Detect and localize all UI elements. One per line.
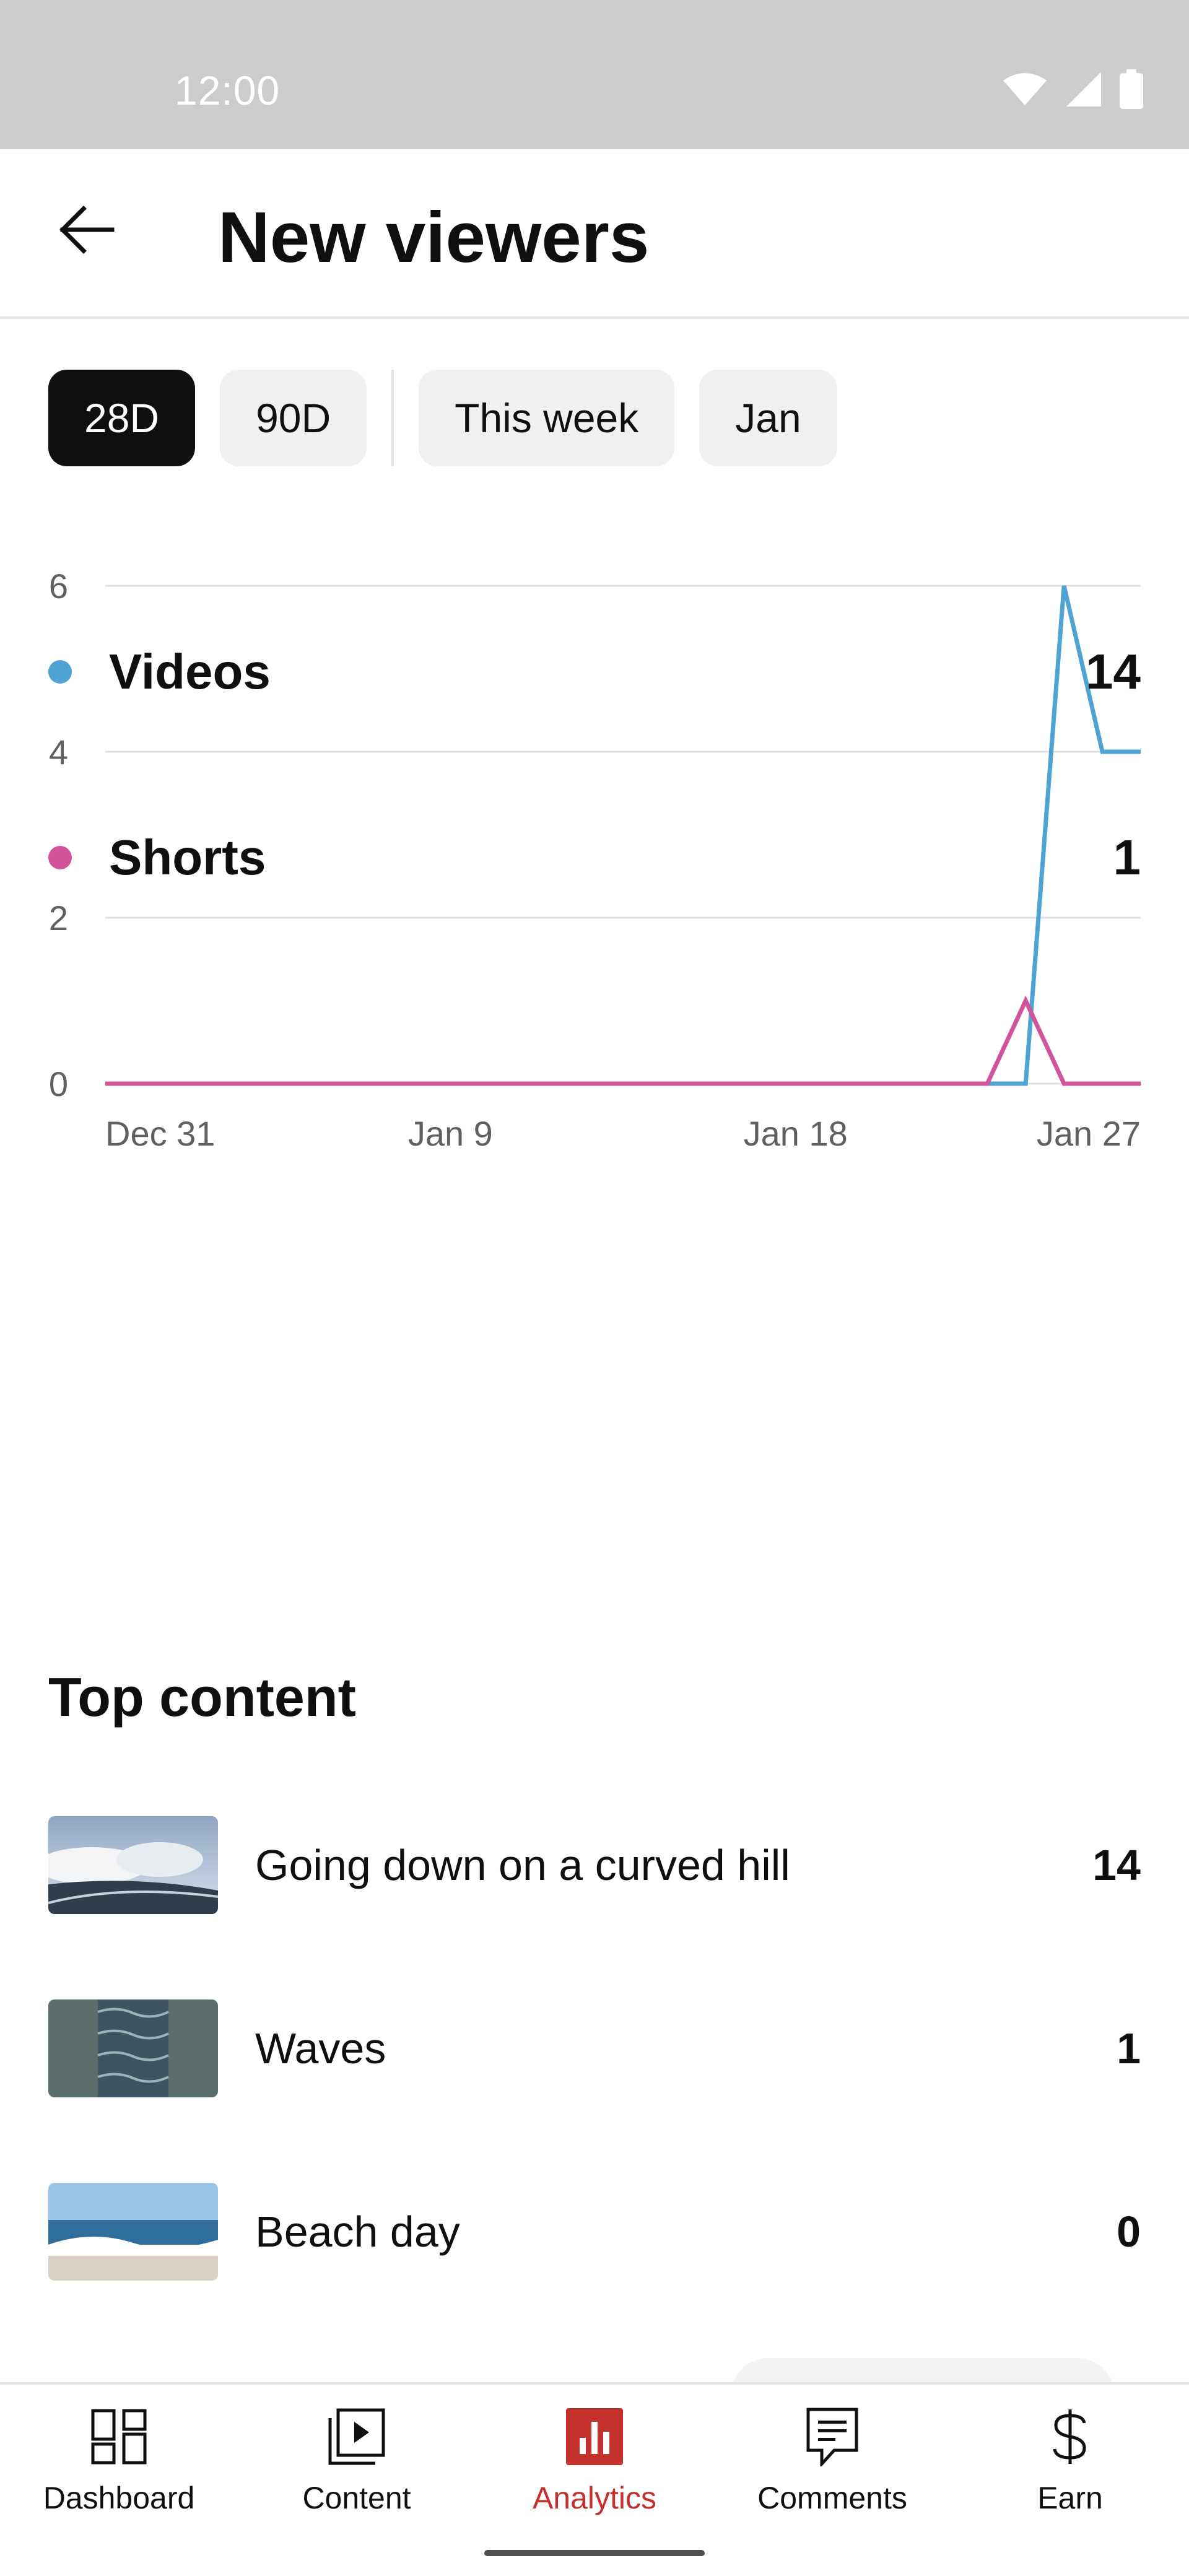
battery-icon	[1120, 69, 1143, 109]
content-value: 1	[1117, 2024, 1141, 2073]
chip-jan[interactable]: Jan	[699, 370, 837, 466]
nav-content[interactable]: Content	[238, 2385, 476, 2528]
x-tick-label: Jan 18	[744, 1114, 848, 1153]
legend-label: Videos	[109, 644, 271, 699]
legend-label: Shorts	[109, 830, 266, 885]
content-title: Waves	[255, 2024, 386, 2073]
gesture-bar[interactable]	[484, 2550, 705, 2556]
content-row[interactable]: Beach day 0	[48, 2182, 1141, 2281]
nav-label: Dashboard	[43, 2481, 195, 2515]
nav-analytics[interactable]: Analytics	[476, 2385, 713, 2528]
video-thumbnail	[48, 1999, 218, 2097]
y-tick-label: 0	[49, 1064, 68, 1103]
y-tick-label: 6	[49, 567, 68, 606]
legend-value: 14	[1086, 644, 1141, 699]
top-content-title: Top content	[48, 1666, 356, 1728]
chip-divider	[391, 370, 394, 466]
y-tick-label: 4	[49, 733, 68, 772]
nav-label: Content	[302, 2481, 411, 2515]
app-bar: New viewers	[0, 149, 1189, 319]
nav-earn[interactable]: Earn	[951, 2385, 1189, 2528]
chip-28d[interactable]: 28D	[48, 370, 196, 466]
legend-row-videos[interactable]: Videos 14	[48, 632, 1141, 712]
chip-this-week[interactable]: This week	[419, 370, 675, 466]
x-tick-label: Jan 9	[408, 1114, 493, 1153]
content-title: Going down on a curved hill	[255, 1841, 790, 1889]
video-thumbnail	[48, 1816, 218, 1914]
wifi-icon	[1003, 73, 1047, 105]
content-icon	[327, 2407, 386, 2466]
earn-icon	[1040, 2407, 1100, 2466]
dashboard-icon	[89, 2407, 149, 2466]
content-value: 0	[1117, 2208, 1141, 2256]
series-line-shorts	[105, 995, 1141, 1086]
content-row[interactable]: Waves 1	[48, 1999, 1141, 2098]
back-button[interactable]	[43, 186, 130, 273]
nav-comments[interactable]: Comments	[713, 2385, 951, 2528]
content-title: Beach day	[255, 2208, 460, 2256]
y-tick-label: 2	[49, 899, 68, 938]
shorts-dot	[48, 846, 72, 869]
bottom-nav: Dashboard Content Analytics Comments Ear…	[0, 2382, 1189, 2528]
arrow-back-icon	[59, 206, 115, 254]
x-tick-label: Dec 31	[105, 1114, 215, 1153]
x-tick-label: Jan 27	[1037, 1114, 1141, 1153]
nav-label: Analytics	[532, 2481, 657, 2515]
date-range-chips: 28D 90D This week Jan	[48, 370, 862, 466]
videos-dot	[48, 660, 72, 684]
status-bar: 12:00	[0, 0, 1189, 149]
signal-icon	[1066, 72, 1101, 107]
content-row[interactable]: Going down on a curved hill 14	[48, 1816, 1141, 1915]
status-icons	[1002, 69, 1143, 109]
nav-label: Earn	[1037, 2481, 1103, 2515]
video-thumbnail	[48, 2183, 218, 2281]
nav-label: Comments	[757, 2481, 907, 2515]
status-time: 12:00	[175, 67, 281, 113]
analytics-icon	[565, 2407, 624, 2466]
content-value: 14	[1092, 1841, 1141, 1889]
page-title: New viewers	[218, 197, 650, 277]
legend-value: 1	[1113, 830, 1141, 885]
comments-icon	[803, 2407, 862, 2466]
legend-row-shorts[interactable]: Shorts 1	[48, 817, 1141, 898]
nav-dashboard[interactable]: Dashboard	[0, 2385, 238, 2528]
chip-90d[interactable]: 90D	[220, 370, 367, 466]
